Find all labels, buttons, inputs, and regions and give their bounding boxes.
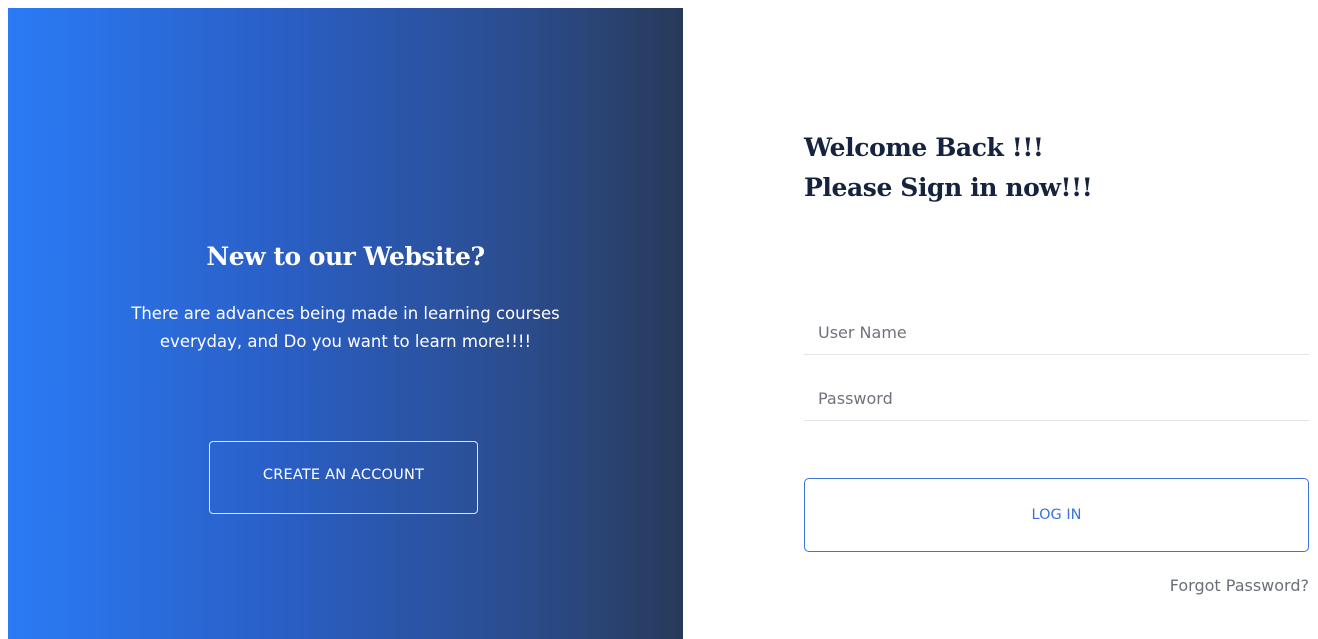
login-panel: Welcome Back !!! Please Sign in now!!! L… — [804, 0, 1309, 639]
username-input[interactable] — [804, 311, 1309, 355]
forgot-password-link[interactable]: Forgot Password? — [1170, 576, 1309, 595]
signup-promo-panel: New to our Website? There are advances b… — [8, 8, 683, 639]
login-page: New to our Website? There are advances b… — [0, 0, 1318, 639]
promo-description: There are advances being made in learnin… — [131, 304, 560, 351]
promo-title: New to our Website? — [206, 242, 485, 271]
password-input[interactable] — [804, 377, 1309, 421]
login-button[interactable]: LOG IN — [804, 478, 1309, 552]
welcome-heading: Welcome Back !!! Please Sign in now!!! — [804, 133, 1093, 202]
create-account-button[interactable]: CREATE AN ACCOUNT — [209, 441, 478, 514]
